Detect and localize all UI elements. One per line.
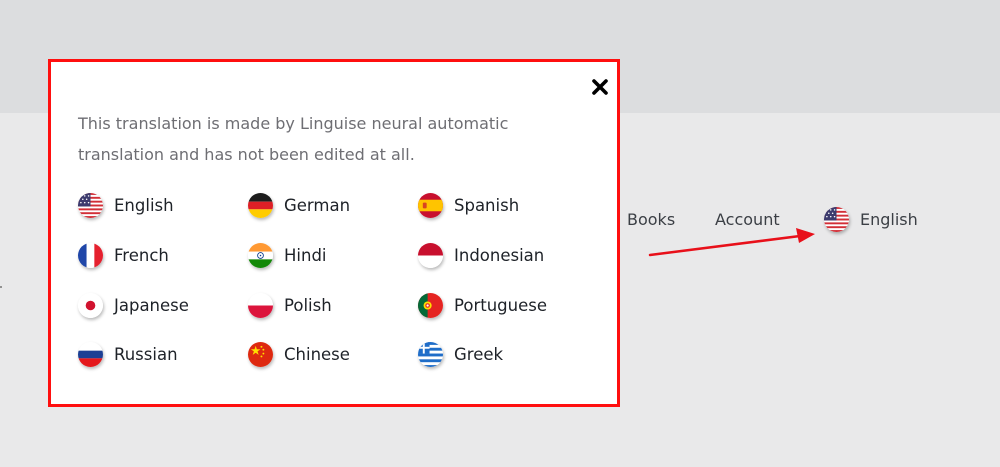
portugal-flag-icon (418, 293, 443, 318)
language-option-german[interactable]: German (248, 193, 350, 218)
language-option-japanese[interactable]: Japanese (78, 293, 189, 318)
poland-flag-icon (248, 293, 273, 318)
language-option-polish[interactable]: Polish (248, 293, 332, 318)
language-label: English (114, 196, 174, 215)
language-option-spanish[interactable]: Spanish (418, 193, 519, 218)
language-option-greek[interactable]: Greek (418, 342, 503, 367)
us-flag-icon (78, 193, 103, 218)
language-label: Indonesian (454, 246, 545, 265)
language-option-russian[interactable]: Russian (78, 342, 178, 367)
india-flag-icon (248, 243, 273, 268)
spain-flag-icon (418, 193, 443, 218)
language-label: Japanese (114, 296, 189, 315)
language-label: Polish (284, 296, 332, 315)
france-flag-icon (78, 243, 103, 268)
language-option-portuguese[interactable]: Portuguese (418, 293, 547, 318)
language-label: Greek (454, 345, 504, 364)
annotation-arrow (648, 228, 815, 257)
language-option-english[interactable]: English (78, 193, 174, 218)
language-option-indonesian[interactable]: Indonesian (418, 243, 544, 268)
language-option-chinese[interactable]: Chinese (248, 342, 350, 367)
language-popup-highlight: This translation is made by Linguise neu… (48, 59, 620, 407)
china-flag-icon (248, 342, 273, 367)
language-label: Hindi (284, 246, 327, 265)
language-label: Russian (114, 345, 178, 364)
language-popup: This translation is made by Linguise neu… (55, 66, 613, 400)
translation-notice: This translation is made by Linguise neu… (78, 114, 509, 164)
language-switcher-label: English (860, 209, 918, 229)
language-label: Spanish (454, 196, 520, 215)
russia-flag-icon (78, 342, 103, 367)
language-label: Portuguese (454, 296, 547, 315)
language-option-hindi[interactable]: Hindi (248, 243, 327, 268)
language-label: French (114, 246, 169, 265)
language-switcher[interactable]: English (824, 206, 918, 232)
japan-flag-icon (78, 293, 103, 318)
background-mark (0, 286, 2, 288)
indonesia-flag-icon (418, 243, 443, 268)
language-label: Chinese (284, 345, 350, 364)
close-x-icon[interactable] (591, 78, 609, 96)
language-label: German (284, 196, 351, 215)
germany-flag-icon (248, 193, 273, 218)
us-flag-icon (824, 207, 849, 232)
greece-flag-icon (418, 342, 443, 367)
language-option-french[interactable]: French (78, 243, 169, 268)
